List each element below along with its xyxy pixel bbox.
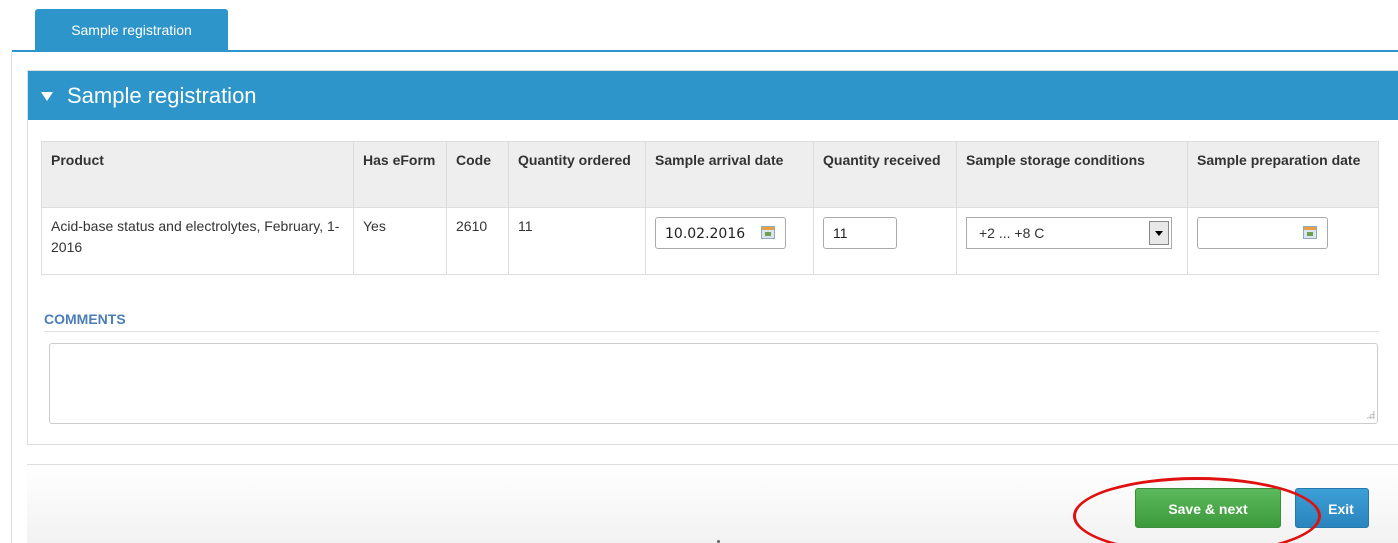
header-quantity-ordered: Quantity ordered <box>508 141 646 208</box>
preparation-date-input[interactable] <box>1207 219 1299 249</box>
cell-code: 2610 <box>446 207 509 275</box>
cell-quantity-ordered: 11 <box>508 207 646 275</box>
panel-title: Sample registration <box>67 82 257 108</box>
quantity-received-field[interactable] <box>823 217 897 249</box>
header-storage-conditions: Sample storage conditions <box>956 141 1188 208</box>
header-quantity-received: Quantity received <box>813 141 957 208</box>
calendar-icon[interactable] <box>761 226 775 239</box>
storage-conditions-value: +2 ... +8 C <box>979 225 1045 241</box>
page: Sample registration Sample registration … <box>0 0 1398 543</box>
table-row: Acid-base status and electrolytes, Febru… <box>41 207 1379 275</box>
calendar-icon[interactable] <box>1303 226 1317 239</box>
save-next-button[interactable]: Save & next <box>1135 488 1281 528</box>
cell-has-eform: Yes <box>353 207 447 275</box>
header-product: Product <box>41 141 354 208</box>
panel-header[interactable]: Sample registration <box>28 71 1398 120</box>
exit-button[interactable]: Exit <box>1295 488 1369 528</box>
tab-underline <box>12 50 1398 52</box>
table-header-row: Product Has eForm Code Quantity ordered … <box>41 141 1379 208</box>
left-divider <box>11 52 12 543</box>
comments-divider <box>44 331 1379 332</box>
preparation-date-field[interactable] <box>1197 217 1328 249</box>
header-has-eform: Has eForm <box>353 141 447 208</box>
dropdown-arrow-icon[interactable] <box>1149 221 1169 245</box>
header-arrival-date: Sample arrival date <box>645 141 814 208</box>
sample-registration-table: Product Has eForm Code Quantity ordered … <box>41 141 1379 275</box>
header-preparation-date: Sample preparation date <box>1187 141 1379 208</box>
header-code: Code <box>446 141 509 208</box>
cell-quantity-received <box>813 207 957 275</box>
cell-preparation-date <box>1187 207 1379 275</box>
sample-registration-panel: Sample registration Product Has eForm Co… <box>27 70 1398 445</box>
arrival-date-input[interactable] <box>665 219 757 249</box>
cell-arrival-date <box>645 207 814 275</box>
storage-conditions-select[interactable]: +2 ... +8 C <box>966 217 1172 249</box>
cell-product: Acid-base status and electrolytes, Febru… <box>41 207 354 275</box>
comments-label: COMMENTS <box>44 311 126 327</box>
arrival-date-field[interactable] <box>655 217 786 249</box>
tab-sample-registration[interactable]: Sample registration <box>35 9 228 51</box>
comments-textarea[interactable] <box>49 343 1378 424</box>
collapse-triangle-icon[interactable] <box>41 92 53 101</box>
quantity-received-input[interactable] <box>833 218 883 248</box>
cell-storage-conditions: +2 ... +8 C <box>956 207 1188 275</box>
